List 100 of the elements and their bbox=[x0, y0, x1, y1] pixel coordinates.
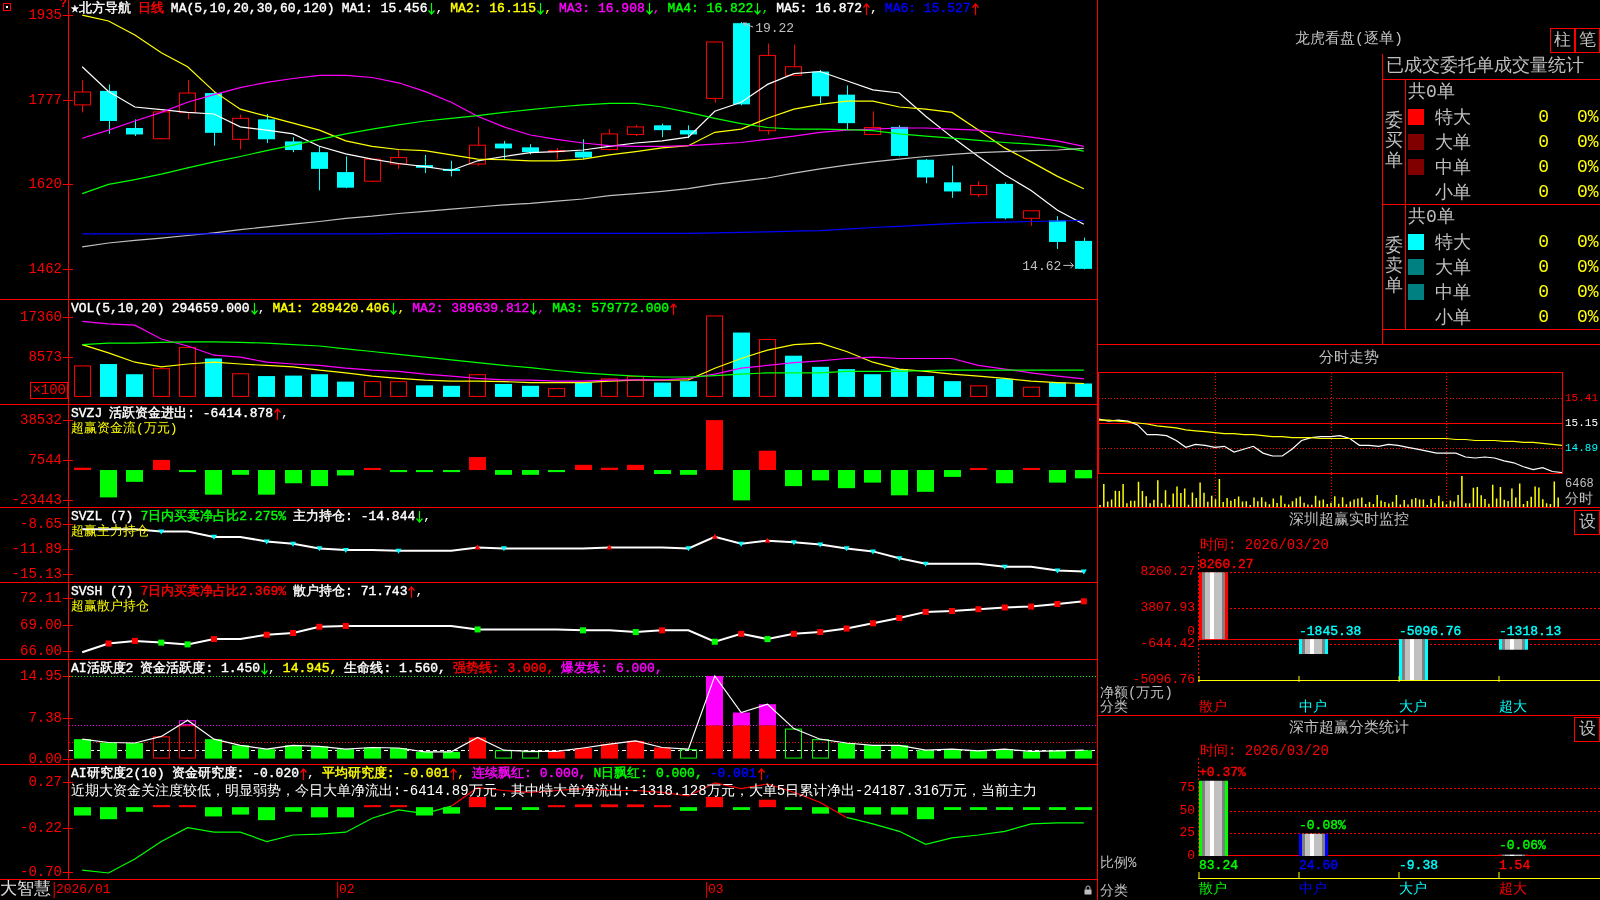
brand-label: 大智慧 bbox=[0, 880, 51, 900]
axis-label: -644.42 bbox=[1140, 638, 1195, 651]
settings-button[interactable]: 设 bbox=[1574, 510, 1600, 535]
order-percent: 0% bbox=[1577, 156, 1600, 177]
legend-label: MA1: 15.456 bbox=[341, 1, 428, 16]
pointer-arrow-icon bbox=[742, 22, 754, 28]
legend-separator: , bbox=[537, 301, 546, 316]
candlestick bbox=[522, 143, 539, 155]
order-count: 0 bbox=[1537, 131, 1549, 152]
legend-label: 平均研究度: -0.001 bbox=[321, 766, 450, 781]
lock-icon bbox=[1084, 885, 1092, 895]
date-axis-label: 03 bbox=[706, 882, 724, 898]
rise-marker bbox=[342, 622, 349, 629]
legend-label: MA2: 389639.812 bbox=[412, 301, 530, 316]
legend-label: 主力持仓: -14.844 bbox=[293, 509, 416, 524]
value-label: -5096.76 bbox=[1399, 624, 1462, 640]
axis-label: 7.38 bbox=[28, 711, 62, 724]
order-count: 0 bbox=[1537, 156, 1549, 177]
legend-separator: , bbox=[257, 301, 266, 316]
axis-label: -0.70 bbox=[20, 866, 62, 879]
category-label: 散户 bbox=[1199, 881, 1227, 897]
rise-marker bbox=[1054, 600, 1061, 607]
value-label: 8260.27 bbox=[1199, 557, 1254, 573]
fall-marker bbox=[1001, 564, 1008, 570]
legend-label: 强势线: 3.000, bbox=[452, 661, 555, 676]
candlestick bbox=[258, 113, 275, 144]
axis-title: 净额(万元) bbox=[1100, 686, 1173, 700]
order-percent: 0% bbox=[1577, 231, 1600, 252]
legend-separator: , bbox=[423, 509, 432, 524]
indicator-caption: 超赢散户持仓 bbox=[71, 599, 149, 615]
candlestick bbox=[100, 83, 117, 135]
candlestick bbox=[416, 154, 433, 174]
candlestick bbox=[495, 140, 512, 160]
legend-label: VOL(5,10,20) bbox=[71, 301, 165, 316]
panel-title: 深市超赢分类统计 bbox=[1289, 718, 1409, 739]
fall-marker bbox=[316, 546, 323, 552]
legend-separator: , bbox=[435, 1, 444, 16]
axis-label: 66.00 bbox=[20, 645, 62, 658]
group-label: 委卖单 bbox=[1385, 237, 1403, 297]
axis-label: 15.15 bbox=[1565, 417, 1598, 429]
rise-marker bbox=[606, 544, 613, 550]
order-size-label: 特大 bbox=[1435, 106, 1472, 129]
legend-label: 日线 bbox=[137, 1, 164, 16]
fall-marker bbox=[395, 548, 402, 554]
fall-marker bbox=[843, 546, 850, 552]
legend-label: SVSH (7) bbox=[71, 584, 134, 599]
category-label: 中户 bbox=[1299, 881, 1327, 897]
reference-line-label: 0 bbox=[1187, 626, 1195, 639]
candlestick bbox=[706, 41, 723, 104]
change-label: -0.08% bbox=[1299, 817, 1346, 833]
rise-marker bbox=[1080, 598, 1087, 605]
axis-title: 分类 bbox=[1100, 700, 1128, 714]
pointer-arrow-icon bbox=[1062, 261, 1074, 269]
legend-label: 294659.000 bbox=[171, 301, 250, 316]
fall-marker bbox=[764, 636, 771, 643]
axis-title: 分类 bbox=[1100, 884, 1128, 898]
order-size-label: 特大 bbox=[1435, 231, 1472, 254]
candlestick bbox=[575, 138, 592, 160]
fall-marker bbox=[290, 541, 297, 547]
order-size-label: 中单 bbox=[1435, 156, 1472, 179]
settings-button[interactable]: 设 bbox=[1574, 717, 1600, 742]
axis-label: 14.95 bbox=[20, 669, 62, 682]
view-button[interactable]: 笔 bbox=[1575, 28, 1600, 53]
candlestick bbox=[364, 158, 381, 183]
order-size-label: 小单 bbox=[1435, 181, 1472, 204]
fall-marker bbox=[738, 541, 745, 547]
legend-separator: , bbox=[281, 406, 289, 421]
axis-label: 1620 bbox=[28, 178, 62, 191]
axis-label: -23443 bbox=[11, 494, 62, 507]
axis-label: -11.89 bbox=[11, 543, 62, 556]
candlestick bbox=[232, 114, 249, 150]
change-label: +0.37% bbox=[1199, 764, 1246, 780]
order-percent: 0% bbox=[1577, 106, 1600, 127]
legend-label: -0.001 bbox=[709, 766, 757, 781]
legend-label: 7日内买卖净占比2.275% bbox=[140, 509, 287, 524]
candlestick bbox=[126, 118, 143, 137]
fall-marker bbox=[158, 639, 165, 646]
value-label: 1.54 bbox=[1499, 858, 1531, 873]
legend-label: MA4: 16.822 bbox=[667, 1, 754, 16]
value-label: -9.38 bbox=[1399, 858, 1438, 873]
legend-label: 资金活跃度: 1.450 bbox=[140, 661, 260, 676]
order-size-label: 小单 bbox=[1435, 306, 1472, 329]
legend-label: 7日内买卖净占比2.369% bbox=[140, 584, 287, 599]
legend-label: MA(5,10,20,30,60,120) bbox=[170, 1, 335, 16]
fall-marker bbox=[896, 556, 903, 562]
change-label: -0.06% bbox=[1499, 838, 1546, 853]
category-label: 中户 bbox=[1299, 699, 1327, 715]
legend-label: 连续飘红: 0.000, bbox=[472, 766, 587, 781]
candlestick bbox=[390, 149, 407, 170]
legend-separator: , bbox=[457, 766, 466, 781]
view-button[interactable]: 柱 bbox=[1550, 28, 1575, 53]
rise-marker bbox=[949, 608, 956, 614]
order-count: 0 bbox=[1537, 181, 1549, 202]
axis-label: 1777 bbox=[28, 94, 62, 106]
fall-marker bbox=[184, 641, 191, 648]
legend-label: AI活跃度2 bbox=[71, 661, 134, 676]
candlestick bbox=[627, 124, 644, 137]
fall-marker bbox=[474, 626, 481, 633]
legend-label: MA1: 289420.406 bbox=[272, 301, 390, 316]
legend-separator: , bbox=[544, 1, 552, 16]
